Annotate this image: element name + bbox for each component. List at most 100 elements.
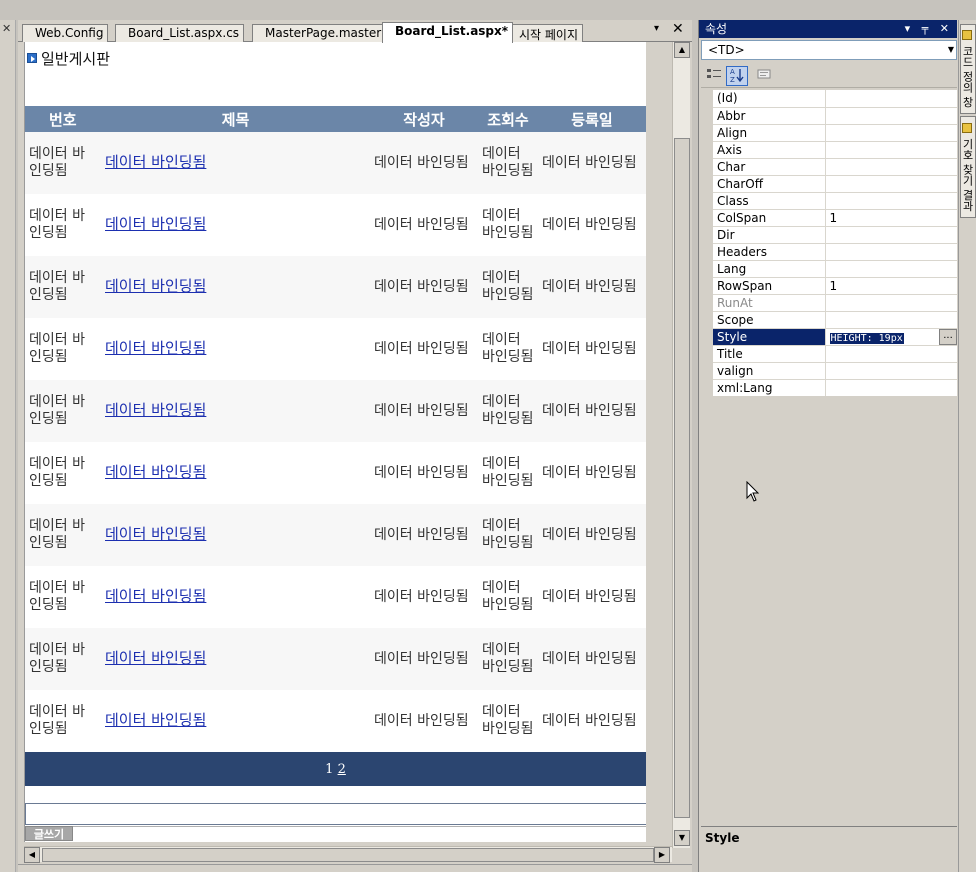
- property-row[interactable]: Dir: [701, 226, 957, 244]
- property-value[interactable]: HEIGHT: 19px...: [825, 328, 957, 346]
- subject-link[interactable]: 데이터 바인딩됨: [105, 711, 206, 729]
- categorized-icon[interactable]: [703, 66, 725, 86]
- tab-masterpage[interactable]: MasterPage.master: [252, 24, 387, 42]
- property-value[interactable]: [825, 243, 957, 261]
- chevron-down-icon[interactable]: ▼: [948, 45, 954, 54]
- object-selector[interactable]: <TD> ▼: [701, 40, 957, 60]
- property-value-text[interactable]: HEIGHT: 19px: [829, 332, 904, 344]
- tab-web-config[interactable]: Web.Config: [22, 24, 109, 42]
- header-date[interactable]: 등록일: [538, 106, 646, 132]
- subject-link[interactable]: 데이터 바인딩됨: [105, 649, 206, 667]
- find-symbol-icon: [962, 122, 972, 133]
- table-row[interactable]: 데이터 바인딩됨 데이터 바인딩됨 데이터 바인딩됨 데이터 바인딩됨 데이터 바인딩됨: [25, 504, 646, 566]
- property-value[interactable]: 1: [825, 277, 957, 295]
- subject-link[interactable]: 데이터 바인딩됨: [105, 587, 206, 605]
- property-row[interactable]: xml:Lang: [701, 379, 957, 397]
- vertical-scroll-thumb[interactable]: [674, 138, 690, 818]
- tab-close-icon[interactable]: ✕: [672, 21, 684, 37]
- property-grid[interactable]: (Id) Abbr Align Axis Char CharOff Class …: [701, 90, 957, 397]
- tab-start-page[interactable]: 시작 페이지: [506, 24, 584, 42]
- table-row[interactable]: 데이터 바인딩됨 데이터 바인딩됨 데이터 바인딩됨 데이터 바인딩됨 데이터 바인딩됨: [25, 132, 646, 194]
- tab-board-list-aspx[interactable]: Board_List.aspx*: [382, 22, 514, 43]
- design-canvas[interactable]: 일반게시판 번호 제목 작성자 조회수 등록일 데이터 바인딩됨 데이터 바인딩됨…: [24, 42, 646, 842]
- property-row[interactable]: Axis: [701, 141, 957, 159]
- scroll-up-icon[interactable]: ▲: [674, 42, 690, 58]
- cell-number: 데이터 바인딩됨: [25, 194, 101, 256]
- table-row[interactable]: 데이터 바인딩됨 데이터 바인딩됨 데이터 바인딩됨 데이터 바인딩됨 데이터 바인딩됨: [25, 442, 646, 504]
- property-row[interactable]: RunAt: [701, 294, 957, 312]
- property-value[interactable]: [825, 107, 957, 125]
- property-value[interactable]: [825, 311, 957, 329]
- ellipsis-button[interactable]: ...: [939, 328, 957, 344]
- property-row[interactable]: Title: [701, 345, 957, 363]
- board-grid[interactable]: 번호 제목 작성자 조회수 등록일 데이터 바인딩됨 데이터 바인딩됨 데이터 바인…: [25, 106, 646, 786]
- close-icon[interactable]: ✕: [2, 22, 11, 35]
- property-row[interactable]: Abbr: [701, 107, 957, 125]
- property-name: RowSpan: [713, 277, 826, 295]
- property-value[interactable]: [825, 260, 957, 278]
- row-gutter: [701, 379, 713, 397]
- property-row[interactable]: RowSpan 1: [701, 277, 957, 295]
- subject-link[interactable]: 데이터 바인딩됨: [105, 339, 206, 357]
- scroll-left-icon[interactable]: ◀: [24, 847, 40, 863]
- tab-code-definition[interactable]: 코드 정의 창: [960, 24, 976, 114]
- property-row[interactable]: Scope: [701, 311, 957, 329]
- table-row[interactable]: 데이터 바인딩됨 데이터 바인딩됨 데이터 바인딩됨 데이터 바인딩됨 데이터 바인딩됨: [25, 318, 646, 380]
- property-row[interactable]: ColSpan 1: [701, 209, 957, 227]
- property-value[interactable]: [825, 379, 957, 397]
- board-title: 일반게시판: [41, 49, 111, 68]
- property-value[interactable]: [825, 226, 957, 244]
- property-row[interactable]: CharOff: [701, 175, 957, 193]
- write-button[interactable]: 글쓰기: [25, 826, 73, 841]
- property-row[interactable]: Headers: [701, 243, 957, 261]
- property-value[interactable]: [825, 141, 957, 159]
- property-row-selected[interactable]: Style HEIGHT: 19px...: [701, 328, 957, 346]
- property-value[interactable]: [825, 345, 957, 363]
- pager-link-2[interactable]: 2: [338, 762, 346, 777]
- property-value[interactable]: [825, 175, 957, 193]
- tab-board-list-cs[interactable]: Board_List.aspx.cs: [115, 24, 245, 42]
- subject-link[interactable]: 데이터 바인딩됨: [105, 401, 206, 419]
- scroll-down-icon[interactable]: ▼: [674, 830, 690, 846]
- property-row[interactable]: (Id): [701, 90, 957, 108]
- vertical-scrollbar[interactable]: ▲ ▼: [672, 42, 690, 848]
- property-value[interactable]: 1: [825, 209, 957, 227]
- header-author[interactable]: 작성자: [370, 106, 479, 132]
- subject-link[interactable]: 데이터 바인딩됨: [105, 215, 206, 233]
- property-value[interactable]: [825, 192, 957, 210]
- subject-link[interactable]: 데이터 바인딩됨: [105, 153, 206, 171]
- property-value[interactable]: [825, 158, 957, 176]
- tab-dropdown-icon[interactable]: ▾: [654, 23, 659, 34]
- horizontal-scroll-thumb[interactable]: [42, 848, 654, 862]
- property-pages-icon[interactable]: [753, 66, 775, 86]
- tab-find-symbol[interactable]: 기호 찾기 결과: [960, 116, 976, 218]
- cell-author: 데이터 바인딩됨: [370, 566, 478, 628]
- table-row[interactable]: 데이터 바인딩됨 데이터 바인딩됨 데이터 바인딩됨 데이터 바인딩됨 데이터 바인딩됨: [25, 194, 646, 256]
- header-views[interactable]: 조회수: [478, 106, 539, 132]
- header-number[interactable]: 번호: [25, 106, 102, 132]
- table-row[interactable]: 데이터 바인딩됨 데이터 바인딩됨 데이터 바인딩됨 데이터 바인딩됨 데이터 바인딩됨: [25, 566, 646, 628]
- panel-window-buttons[interactable]: ▾ ╤ ✕: [905, 20, 953, 38]
- scroll-right-icon[interactable]: ▶: [654, 847, 670, 863]
- property-value[interactable]: [825, 362, 957, 380]
- subject-link[interactable]: 데이터 바인딩됨: [105, 277, 206, 295]
- property-row[interactable]: Align: [701, 124, 957, 142]
- table-row[interactable]: 데이터 바인딩됨 데이터 바인딩됨 데이터 바인딩됨 데이터 바인딩됨 데이터 바인딩됨: [25, 628, 646, 690]
- property-row[interactable]: Class: [701, 192, 957, 210]
- table-row[interactable]: 데이터 바인딩됨 데이터 바인딩됨 데이터 바인딩됨 데이터 바인딩됨 데이터 바인딩됨: [25, 256, 646, 318]
- property-row[interactable]: Lang: [701, 260, 957, 278]
- row-gutter: [701, 294, 713, 312]
- property-value[interactable]: [825, 90, 957, 108]
- alphabetical-icon[interactable]: AZ: [726, 66, 748, 86]
- horizontal-scrollbar[interactable]: ◀ ▶: [24, 846, 672, 863]
- table-row[interactable]: 데이터 바인딩됨 데이터 바인딩됨 데이터 바인딩됨 데이터 바인딩됨 데이터 바인딩됨: [25, 690, 646, 752]
- property-value[interactable]: [825, 124, 957, 142]
- table-row[interactable]: 데이터 바인딩됨 데이터 바인딩됨 데이터 바인딩됨 데이터 바인딩됨 데이터 바인딩됨: [25, 380, 646, 442]
- subject-link[interactable]: 데이터 바인딩됨: [105, 463, 206, 481]
- property-row[interactable]: Char: [701, 158, 957, 176]
- empty-container[interactable]: [25, 803, 646, 825]
- board-title-row: 일반게시판: [25, 48, 110, 68]
- property-row[interactable]: valign: [701, 362, 957, 380]
- header-subject[interactable]: 제목: [101, 106, 371, 132]
- subject-link[interactable]: 데이터 바인딩됨: [105, 525, 206, 543]
